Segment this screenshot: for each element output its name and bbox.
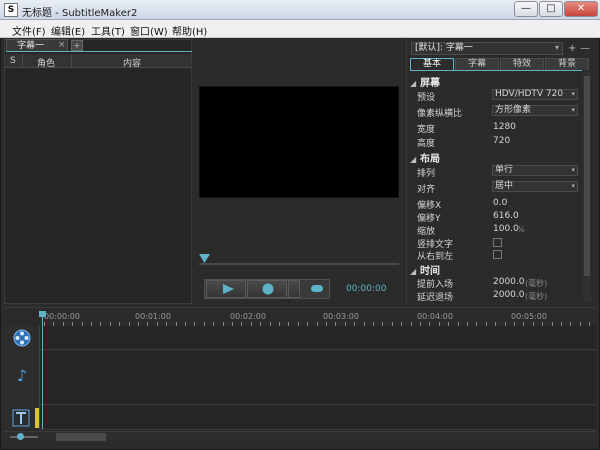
prop-label: 提前入场 — [417, 280, 454, 290]
collapse-arrow-icon[interactable]: ◢ — [410, 267, 420, 276]
text-icon — [12, 409, 30, 427]
tick-label: 00:03:00 — [323, 312, 359, 321]
column-divider[interactable] — [22, 54, 23, 68]
maximize-button[interactable]: □ — [539, 1, 563, 17]
menu-file[interactable]: 文件(F) — [12, 23, 46, 38]
menu-edit[interactable]: 编辑(E) — [51, 23, 85, 38]
stop-button[interactable] — [247, 280, 287, 298]
prop-label: 高度 — [417, 139, 436, 149]
height-field[interactable]: 720 — [493, 136, 510, 146]
offset-y-field[interactable]: 616.0 — [493, 211, 519, 221]
play-button[interactable] — [206, 280, 246, 298]
arrange-dropdown[interactable]: 单行 ▾ — [492, 165, 578, 176]
lag-out-field[interactable]: 2000.0 — [493, 290, 525, 300]
chevron-down-icon[interactable]: ▾ — [555, 43, 559, 52]
zoom-slider-handle[interactable] — [17, 433, 24, 440]
tick-label: 00:01:00 — [135, 312, 171, 321]
prop-label: 对齐 — [417, 185, 436, 195]
scrollbar-thumb[interactable] — [584, 76, 590, 276]
menu-tools[interactable]: 工具(T) — [91, 23, 125, 38]
prop-label: 延迟退场 — [417, 293, 454, 302]
scrollbar-thumb[interactable] — [56, 433, 106, 441]
preset-dropdown[interactable]: HDV/HDTV 720 ▾ — [492, 89, 578, 100]
zoom-slider[interactable] — [10, 436, 38, 438]
chevron-down-icon: ▾ — [571, 106, 575, 114]
property-grid: ◢ 屏幕 预设 HDV/HDTV 720 ▾ 像素纵横比 方形像素 ▾ 宽度 1280… — [410, 72, 582, 302]
collapse-arrow-icon[interactable]: ◢ — [410, 79, 420, 88]
prop-label: 从右到左 — [417, 252, 454, 262]
subtitle-table-header: S 角色 内容 — [5, 54, 191, 69]
app-logo-icon: S — [4, 3, 18, 17]
prop-label: 预设 — [417, 93, 436, 103]
tab-underline — [410, 70, 582, 71]
tab-effects[interactable]: 特效 — [500, 58, 544, 70]
prop-label: 偏移X — [417, 201, 442, 211]
section-layout[interactable]: ◢ 布局 — [410, 150, 440, 165]
video-track[interactable] — [40, 326, 596, 350]
tab-underline — [6, 51, 192, 52]
subtitle-track[interactable] — [40, 406, 596, 430]
music-note-icon: ♪ — [16, 366, 28, 385]
tab-close-icon[interactable]: × — [58, 40, 66, 50]
column-content[interactable]: 内容 — [123, 56, 141, 69]
rtl-checkbox[interactable] — [493, 250, 502, 259]
pill-icon — [311, 285, 323, 292]
add-tab-button[interactable]: + — [71, 40, 83, 51]
film-reel-icon — [13, 329, 31, 347]
tick-label: 00:02:00 — [230, 312, 266, 321]
column-divider[interactable] — [71, 54, 72, 68]
column-role[interactable]: 角色 — [37, 56, 55, 69]
seek-handle-icon[interactable] — [199, 254, 210, 263]
title-bar[interactable]: S 无标题 - SubtitleMaker2 — □ ✕ — [0, 0, 600, 20]
unit-label: (毫秒) — [525, 279, 548, 288]
add-style-button[interactable]: + — [568, 43, 576, 54]
remove-style-button[interactable]: — — [580, 43, 590, 54]
prop-label: 宽度 — [417, 125, 436, 135]
tick-label: 00:04:00 — [417, 312, 453, 321]
video-preview[interactable] — [199, 86, 399, 198]
record-dot-icon — [262, 283, 274, 295]
tick-label: 00:05:00 — [511, 312, 547, 321]
prop-label: 偏移Y — [417, 214, 441, 224]
time-readout: 00:00:00 — [346, 284, 387, 294]
subtitle-track-marker — [35, 408, 39, 428]
minimize-button[interactable]: — — [514, 1, 538, 17]
audio-track[interactable] — [40, 351, 596, 405]
vertical-text-checkbox[interactable] — [493, 238, 502, 247]
width-field[interactable]: 1280 — [493, 122, 516, 132]
menu-bar: 文件(F) 编辑(E) 工具(T) 窗口(W) 帮助(H) — [0, 20, 600, 38]
column-status[interactable]: S — [10, 56, 16, 66]
transport-extra-button[interactable] — [288, 280, 300, 298]
chevron-down-icon: ▾ — [571, 90, 575, 98]
unit-label: % — [517, 225, 525, 234]
lead-in-field[interactable]: 2000.0 — [493, 277, 525, 287]
section-screen[interactable]: ◢ 屏幕 — [410, 74, 440, 89]
prop-label: 缩放 — [417, 227, 436, 237]
window-title: 无标题 - SubtitleMaker2 — [22, 8, 138, 19]
seek-bar[interactable] — [199, 263, 399, 265]
play-icon — [223, 284, 234, 294]
loop-button[interactable] — [308, 280, 326, 298]
chevron-down-icon: ▾ — [571, 166, 575, 174]
menu-window[interactable]: 窗口(W) — [130, 23, 168, 38]
scale-field[interactable]: 100.0 — [493, 224, 519, 234]
playhead[interactable] — [42, 315, 43, 429]
chevron-down-icon: ▾ — [571, 182, 575, 190]
subtitle-list-panel — [4, 39, 192, 304]
offset-x-field[interactable]: 0.0 — [493, 198, 507, 208]
tab-subtitle[interactable]: 字幕 — [455, 58, 499, 70]
unit-label: (毫秒) — [525, 292, 548, 301]
prop-label: 像素纵横比 — [417, 109, 463, 119]
section-time[interactable]: ◢ 时间 — [410, 262, 440, 277]
collapse-arrow-icon[interactable]: ◢ — [410, 155, 420, 164]
align-dropdown[interactable]: 居中 ▾ — [492, 181, 578, 192]
prop-label: 排列 — [417, 169, 436, 179]
menu-help[interactable]: 帮助(H) — [172, 23, 207, 38]
tab-background[interactable]: 背景 — [545, 58, 589, 70]
pixel-ratio-dropdown[interactable]: 方形像素 ▾ — [492, 105, 578, 116]
tab-basic[interactable]: 基本 — [410, 58, 454, 70]
close-button[interactable]: ✕ — [564, 1, 598, 17]
tick-label: 00:00:00 — [44, 312, 80, 321]
style-preset-select[interactable]: [默认]: 字幕一 — [411, 42, 563, 55]
